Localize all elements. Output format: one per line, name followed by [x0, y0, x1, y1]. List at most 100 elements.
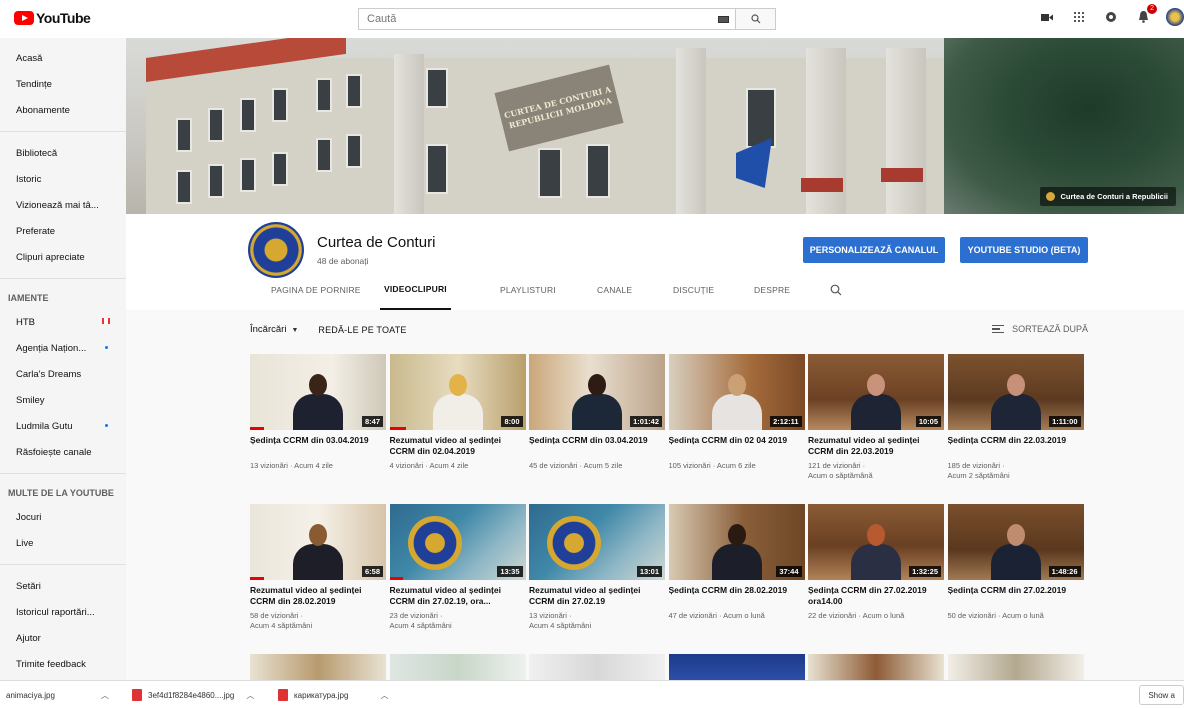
download-item[interactable]: карикатура.jpg ︿ [278, 687, 388, 703]
video-title[interactable]: Rezumatul video al ședinței CCRM din 02.… [390, 435, 526, 456]
video-card[interactable]: 13:01 Rezumatul video al ședinței CCRM di… [529, 504, 665, 631]
video-card[interactable]: 37:44 Ședința CCRM din 28.02.2019 47 de vi… [668, 504, 805, 621]
tab-discussion[interactable]: DISCUȚIE [673, 270, 714, 310]
video-thumbnail[interactable]: 13:35 [389, 504, 526, 580]
video-card[interactable]: 6:58 Rezumatul video al ședinței CCRM din… [250, 504, 386, 631]
tab-videos[interactable]: VIDEOCLIPURI [380, 270, 451, 310]
video-thumbnail[interactable] [668, 654, 805, 680]
sidebar-sub-carlas-dreams[interactable]: Carla's Dreams [0, 361, 126, 387]
sidebar-item-settings[interactable]: Setări [0, 573, 126, 599]
video-card[interactable]: 1:01:42 Ședința CCRM din 03.04.2019 45 de … [529, 354, 665, 471]
tab-channels[interactable]: CANALE [597, 270, 632, 310]
video-title[interactable]: Ședința CCRM din 28.02.2019 [669, 585, 805, 606]
channel-search-icon[interactable] [830, 270, 842, 310]
keyboard-icon[interactable] [711, 9, 735, 29]
video-card[interactable] [947, 654, 1084, 680]
video-title[interactable]: Ședința CCRM din 27.02.2019 [948, 585, 1084, 606]
play-all-button[interactable]: REDĂ-LE PE TOATE [318, 325, 406, 335]
video-card[interactable] [250, 654, 386, 680]
video-title[interactable]: Ședința CCRM din 03.04.2019 [250, 435, 386, 456]
top-bar: YouTube 2 [0, 0, 1184, 38]
sidebar-item-favorites[interactable]: Preferate [0, 218, 126, 244]
tab-playlists[interactable]: PLAYLISTURI [500, 270, 556, 310]
chevron-up-icon[interactable]: ︿ [101, 690, 109, 701]
account-avatar[interactable] [1166, 8, 1184, 26]
sidebar-item-library[interactable]: Bibliotecă [0, 140, 126, 166]
sub-label: Ludmila Gutu [16, 420, 73, 432]
messages-icon[interactable] [1102, 8, 1120, 26]
sidebar-sub-ludmila-gutu[interactable]: Ludmila Gutu [0, 413, 126, 439]
video-thumbnail[interactable]: 1:48:26 [947, 504, 1084, 580]
search-input[interactable] [359, 9, 711, 29]
notifications-icon[interactable]: 2 [1134, 4, 1157, 26]
video-title[interactable]: Ședința CCRM din 27.02.2019 ora14.00 [808, 585, 944, 606]
video-thumbnail[interactable]: 10:05 [808, 354, 944, 430]
customize-channel-button[interactable]: PERSONALIZEAZĂ CANALUL [803, 237, 945, 263]
video-card[interactable] [389, 654, 526, 680]
video-thumbnail[interactable]: 8:47 [250, 354, 386, 430]
video-thumbnail[interactable] [250, 654, 386, 680]
sidebar-sub-smiley[interactable]: Smiley [0, 387, 126, 413]
video-thumbnail[interactable]: 2:12:11 [668, 354, 805, 430]
sidebar-item-history[interactable]: Istoric [0, 166, 126, 192]
video-title[interactable]: Rezumatul video al ședinței CCRM din 22.… [808, 435, 944, 456]
video-card[interactable]: 1:11:00 Ședința CCRM din 22.03.2019 185 de… [947, 354, 1084, 481]
banner-channel-link[interactable]: Curtea de Conturi a Republicii [1040, 187, 1176, 206]
youtube-logo[interactable]: YouTube [14, 10, 91, 26]
video-title[interactable]: Ședința CCRM din 22.03.2019 [948, 435, 1084, 456]
sidebar-item-gaming[interactable]: Jocuri [0, 504, 126, 530]
youtube-studio-button[interactable]: YOUTUBE STUDIO (BETA) [960, 237, 1088, 263]
video-thumbnail[interactable] [529, 654, 665, 680]
video-thumbnail[interactable]: 8:00 [389, 354, 526, 430]
sidebar-item-watch-later[interactable]: Vizionează mai tâ... [0, 192, 126, 218]
sidebar-browse-channels[interactable]: Răsfoiește canale [0, 439, 126, 465]
video-thumbnail[interactable] [389, 654, 526, 680]
search-button[interactable] [735, 9, 775, 29]
sidebar-item-trending[interactable]: Tendințe [0, 71, 126, 97]
create-video-icon[interactable] [1038, 8, 1056, 26]
video-thumbnail[interactable]: 1:11:00 [947, 354, 1084, 430]
video-card[interactable]: 10:05 Rezumatul video al ședinței CCRM di… [808, 354, 944, 481]
sidebar-item-help[interactable]: Ajutor [0, 625, 126, 651]
video-thumbnail[interactable]: 6:58 [250, 504, 386, 580]
sidebar-item-subscriptions[interactable]: Abonamente [0, 97, 126, 123]
apps-grid-icon[interactable] [1070, 8, 1088, 26]
video-title[interactable]: Ședința CCRM din 02 04 2019 [669, 435, 805, 456]
video-card[interactable] [808, 654, 944, 680]
sidebar-sub-agentia[interactable]: Agenția Națion... [0, 335, 126, 361]
video-card[interactable]: 8:47 Ședința CCRM din 03.04.2019 13 vizion… [250, 354, 386, 471]
chevron-up-icon[interactable]: ︿ [380, 690, 388, 701]
video-thumbnail[interactable] [808, 654, 944, 680]
sort-by-button[interactable]: SORTEAZĂ DUPĂ [992, 324, 1088, 334]
sidebar-sub-htb[interactable]: HTB [0, 309, 126, 335]
video-card[interactable]: 1:48:26 Ședința CCRM din 27.02.2019 50 de … [947, 504, 1084, 621]
video-title[interactable]: Rezumatul video al ședinței CCRM din 27.… [390, 585, 526, 606]
video-thumbnail[interactable]: 37:44 [668, 504, 805, 580]
video-card[interactable]: 1:32:25 Ședința CCRM din 27.02.2019 ora14… [808, 504, 944, 621]
video-thumbnail[interactable]: 1:32:25 [808, 504, 944, 580]
sidebar-item-report-history[interactable]: Istoricul raportări... [0, 599, 126, 625]
video-card[interactable]: 2:12:11 Ședința CCRM din 02 04 2019 105 vi… [668, 354, 805, 471]
chevron-up-icon[interactable]: ︿ [246, 690, 254, 701]
uploads-dropdown[interactable]: Încărcări ▼ [250, 324, 298, 335]
video-title[interactable]: Rezumatul video al ședinței CCRM din 27.… [529, 585, 665, 606]
video-card[interactable]: 13:35 Rezumatul video al ședinței CCRM di… [389, 504, 526, 631]
sub-label: Agenția Națion... [16, 342, 87, 354]
tab-home[interactable]: PAGINA DE PORNIRE [271, 270, 361, 310]
video-card[interactable] [668, 654, 805, 680]
video-thumbnail[interactable]: 13:01 [529, 504, 665, 580]
video-card[interactable] [529, 654, 665, 680]
video-thumbnail[interactable] [947, 654, 1084, 680]
video-thumbnail[interactable]: 1:01:42 [529, 354, 665, 430]
show-all-downloads-button[interactable]: Show a [1139, 685, 1184, 705]
video-card[interactable]: 8:00 Rezumatul video al ședinței CCRM din… [389, 354, 526, 471]
download-item[interactable]: animaciya.jpg ︿ [6, 687, 109, 703]
tab-about[interactable]: DESPRE [754, 270, 790, 310]
video-title[interactable]: Ședința CCRM din 03.04.2019 [529, 435, 665, 456]
sidebar-item-liked[interactable]: Clipuri apreciate [0, 244, 126, 270]
sidebar-item-feedback[interactable]: Trimite feedback [0, 651, 126, 677]
video-title[interactable]: Rezumatul video al ședinței CCRM din 28.… [250, 585, 386, 606]
sidebar-item-home[interactable]: Acasă [0, 45, 126, 71]
download-item[interactable]: 3ef4d1f8284e4860....jpg ︿ [132, 687, 254, 703]
sidebar-item-live[interactable]: Live [0, 530, 126, 556]
